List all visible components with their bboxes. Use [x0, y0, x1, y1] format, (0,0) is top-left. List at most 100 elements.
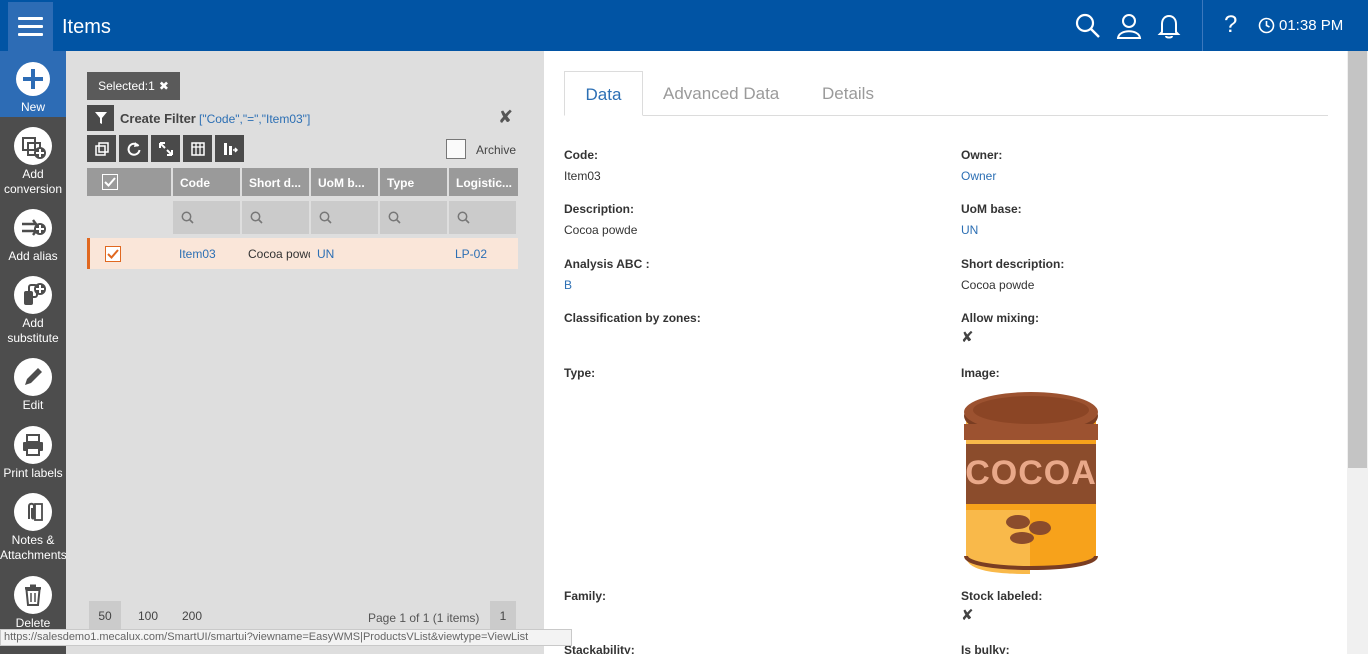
clock-icon [1258, 17, 1275, 34]
column-header-uom[interactable]: UoM b... [311, 168, 378, 196]
scrollbar-thumb[interactable] [1348, 51, 1367, 468]
tab-advanced-data[interactable]: Advanced Data [663, 71, 779, 116]
detail-scrollbar[interactable] [1347, 51, 1368, 654]
add-conversion-label: Add conversion [3, 167, 63, 196]
clock: 01:38 PM [1258, 17, 1343, 34]
notes-attachments-button[interactable]: Notes & Attachments [0, 493, 67, 563]
add-alias-icon [14, 209, 52, 247]
edit-button[interactable]: Edit [0, 358, 66, 413]
remove-filter-icon[interactable]: ✘ [498, 107, 513, 128]
uom-search-field[interactable] [311, 201, 378, 234]
paperclip-icon [14, 493, 52, 531]
column-header-type[interactable]: Type [380, 168, 447, 196]
search-icon [388, 211, 401, 224]
printer-icon [14, 426, 52, 464]
add-alias-button[interactable]: Add alias [0, 209, 66, 264]
top-bar: Items ? 01:38 PM [0, 0, 1368, 51]
refresh-icon[interactable] [119, 135, 148, 162]
column-header-short-description[interactable]: Short d... [242, 168, 309, 196]
archive-label: Archive [476, 143, 517, 157]
short-description-search-field[interactable] [242, 201, 309, 234]
row-checkbox[interactable] [105, 246, 121, 262]
hamburger-menu-icon[interactable] [8, 2, 53, 51]
filter-icon[interactable] [87, 105, 114, 131]
stackability-label: Stackability: [564, 643, 635, 654]
copy-view-icon[interactable] [87, 135, 116, 162]
analysis-abc-link[interactable]: B [564, 278, 572, 292]
stock-labeled-x-icon: ✘ [961, 607, 974, 624]
user-icon[interactable] [1115, 12, 1143, 40]
owner-link[interactable]: Owner [961, 169, 996, 183]
add-substitute-button[interactable]: Add substitute [0, 276, 66, 346]
type-label: Type: [564, 366, 596, 380]
classification-zones-label: Classification by zones: [564, 311, 701, 325]
row-short-description: Cocoa powde [248, 247, 310, 261]
status-url: https://salesdemo1.mecalux.com/SmartUI/s… [0, 629, 572, 646]
allow-mixing-x-icon: ✘ [961, 329, 974, 346]
column-header-logistic[interactable]: Logistic... [449, 168, 518, 196]
filter-value: ["Code","=","Item03"] [199, 112, 311, 126]
selected-count-chip[interactable]: Selected:1 ✖ [87, 72, 180, 100]
clock-time: 01:38 PM [1279, 17, 1344, 34]
add-substitute-icon [14, 276, 52, 314]
logistic-search-field[interactable] [449, 201, 516, 234]
description-label: Description: [564, 202, 635, 216]
search-icon [319, 211, 332, 224]
row-code[interactable]: Item03 [179, 247, 241, 261]
type-search-field[interactable] [380, 201, 447, 234]
row-selection-marker [87, 238, 90, 269]
code-search-field[interactable] [173, 201, 240, 234]
family-label: Family: [564, 589, 607, 603]
columns-icon[interactable] [183, 135, 212, 162]
page-info: Page 1 of 1 (1 items) [368, 611, 480, 625]
notes-attachments-label: Notes & Attachments [0, 533, 67, 562]
add-alias-label: Add alias [8, 249, 58, 263]
add-substitute-label: Add substitute [7, 316, 59, 345]
help-icon[interactable]: ? [1224, 11, 1237, 39]
new-label: New [20, 100, 45, 114]
clear-selection-icon[interactable]: ✖ [159, 79, 169, 93]
uom-base-link[interactable]: UN [961, 223, 978, 237]
bell-icon[interactable] [1155, 12, 1183, 40]
add-conversion-button[interactable]: Add conversion [0, 127, 66, 197]
plus-icon [14, 60, 52, 98]
column-header-code[interactable]: Code [173, 168, 240, 196]
row-uom[interactable]: UN [317, 247, 379, 261]
image-caption: COCOA [965, 454, 1097, 492]
page-title: Items [62, 16, 111, 38]
export-icon[interactable] [215, 135, 244, 162]
page-size-50[interactable]: 50 [89, 601, 121, 631]
trash-icon [14, 576, 52, 614]
table-row[interactable]: Item03 Cocoa powde UN LP-02 [87, 238, 518, 269]
expand-icon[interactable] [151, 135, 180, 162]
search-icon [250, 211, 263, 224]
add-conversion-icon [14, 127, 52, 165]
detail-panel: Data Advanced Data Details Code: Item03 … [544, 51, 1347, 654]
archive-checkbox[interactable] [446, 139, 466, 159]
print-labels-button[interactable]: Print labels [0, 426, 66, 481]
search-icon [457, 211, 470, 224]
code-value: Item03 [564, 169, 601, 183]
tab-details[interactable]: Details [822, 71, 874, 116]
page-size-200[interactable]: 200 [175, 601, 209, 631]
create-filter-label[interactable]: Create Filter [120, 111, 196, 126]
delete-label: Delete [15, 616, 51, 630]
is-bulky-label: Is bulky: [961, 643, 1010, 654]
current-page-button[interactable]: 1 [490, 601, 516, 631]
tab-data[interactable]: Data [564, 71, 643, 116]
row-logistic[interactable]: LP-02 [455, 247, 517, 261]
analysis-abc-label: Analysis ABC : [564, 257, 650, 271]
uom-base-label: UoM base: [961, 202, 1022, 216]
code-label: Code: [564, 148, 598, 162]
search-icon[interactable] [1074, 12, 1102, 40]
delete-button[interactable]: Delete [0, 576, 66, 631]
cocoa-product-image: COCOA [964, 392, 1098, 574]
edit-label: Edit [22, 398, 44, 412]
short-description-label: Short description: [961, 257, 1065, 271]
print-labels-label: Print labels [3, 466, 63, 480]
page-size-100[interactable]: 100 [131, 601, 165, 631]
description-value: Cocoa powde [564, 223, 638, 237]
new-button[interactable]: New [0, 51, 66, 117]
select-all-header[interactable] [87, 168, 171, 196]
select-all-checkbox[interactable] [102, 174, 118, 190]
